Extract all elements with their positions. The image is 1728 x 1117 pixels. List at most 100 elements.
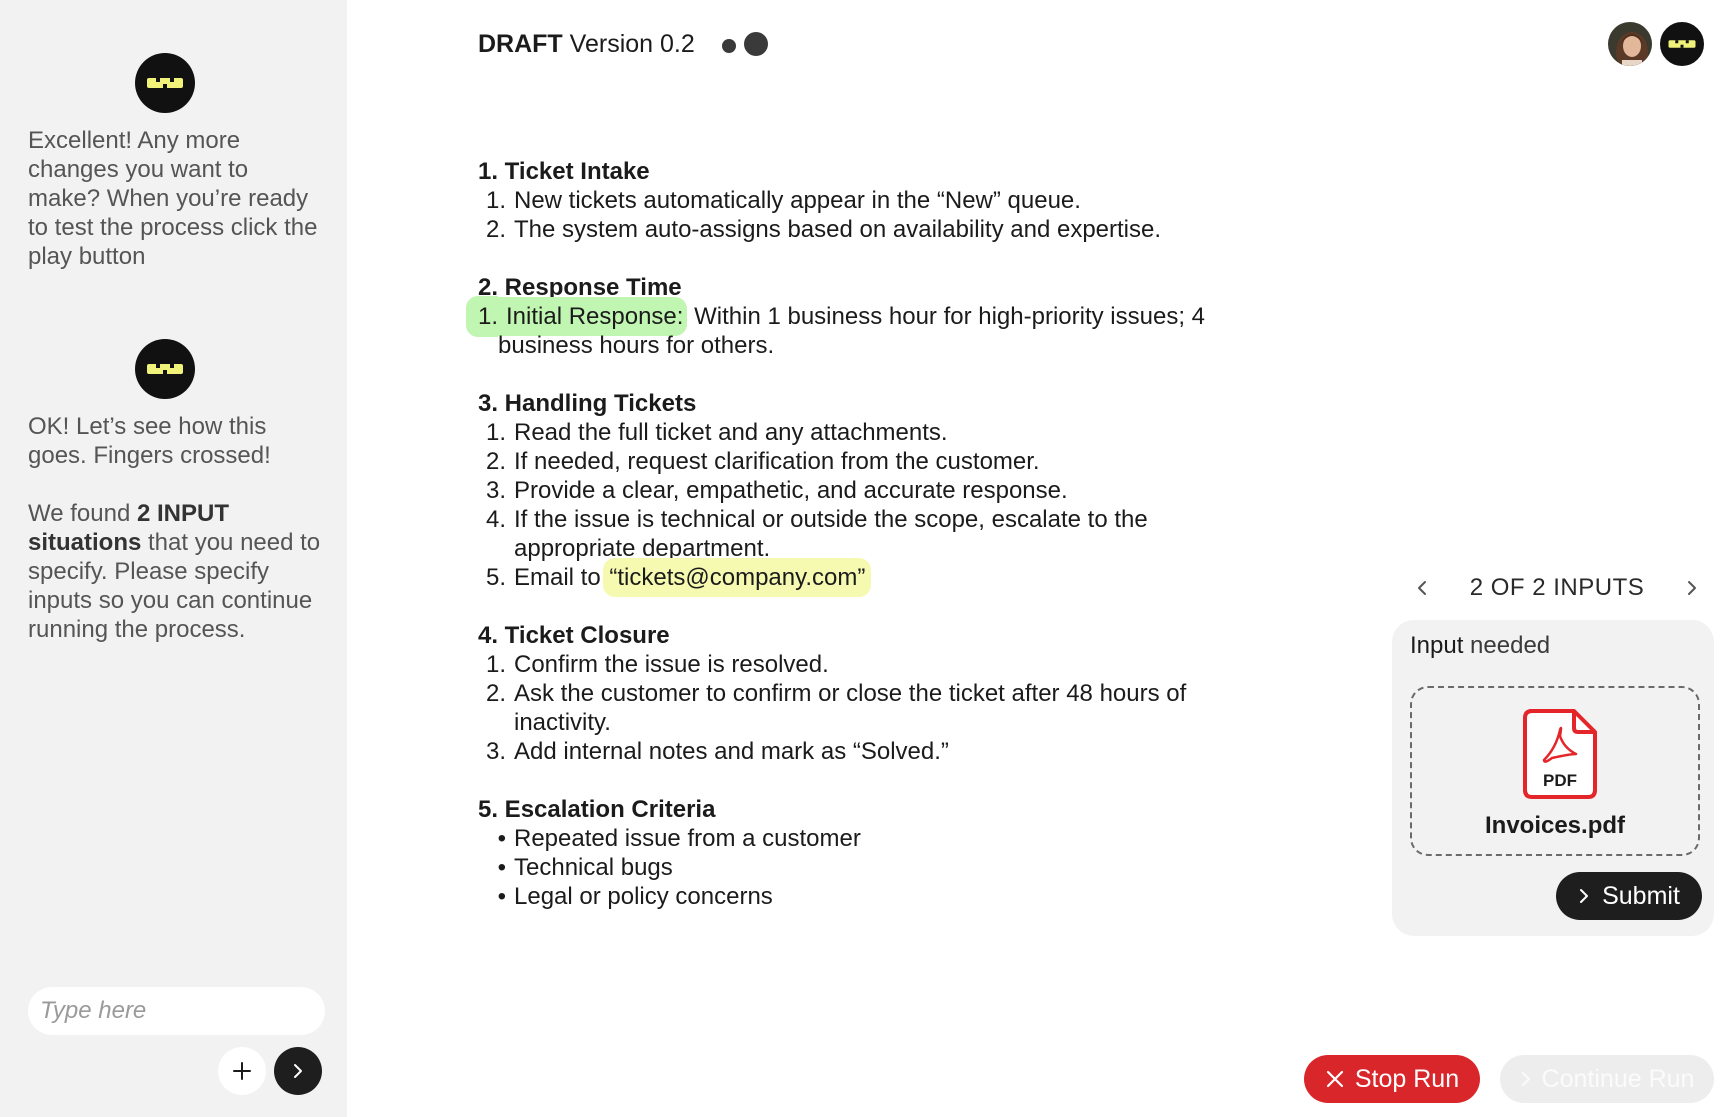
doc-section: 4. Ticket Closure 1. Confirm the issue is…: [478, 621, 1268, 766]
close-icon: [1326, 1070, 1343, 1088]
draft-label: DRAFT: [478, 30, 563, 58]
chevron-right-icon: [1521, 1072, 1530, 1086]
chevron-left-icon[interactable]: [1412, 578, 1432, 598]
assistant-avatar-small[interactable]: [1658, 20, 1706, 68]
item-text: If the issue is technical or outside the…: [514, 506, 1148, 562]
found-prefix: We found: [28, 500, 137, 527]
bullet-item: • Repeated issue from a customer: [478, 824, 1268, 853]
input-label-word: Input: [1410, 632, 1464, 659]
stop-run-button[interactable]: Stop Run: [1304, 1055, 1480, 1103]
input-pager: 2 OF 2 INPUTS: [1412, 570, 1702, 606]
item-number: 4.: [485, 506, 506, 533]
pdf-label: PDF: [1543, 771, 1577, 790]
item-number: 1.: [485, 187, 506, 214]
submit-button[interactable]: Submit: [1556, 872, 1702, 920]
item-number: 3.: [485, 477, 506, 504]
chat-sidebar: Excellent! Any more changes you want to …: [0, 0, 347, 1117]
item-text: The system auto-assigns based on availab…: [514, 216, 1162, 243]
add-button[interactable]: [218, 1047, 266, 1095]
bullet: •: [497, 854, 506, 881]
item-text: Read the full ticket and any attachments…: [514, 419, 948, 446]
assistant-avatar: [135, 339, 195, 399]
list-item: 2. If needed, request clarification from …: [478, 447, 1268, 476]
section-title: 4. Ticket Closure: [478, 622, 670, 649]
assistant-avatar: [135, 53, 195, 113]
assistant-message-text: OK! Let’s see how this goes. Fingers cro…: [28, 413, 271, 469]
bullet: •: [497, 883, 506, 910]
doc-section: 1. Ticket Intake 1. New tickets automatic…: [478, 157, 1268, 244]
assistant-message-text: Excellent! Any more changes you want to …: [28, 127, 318, 270]
list-item: 1. Read the full ticket and any attachmen…: [478, 418, 1268, 447]
section-title: 1. Ticket Intake: [478, 158, 650, 185]
plus-icon: [233, 1062, 251, 1080]
chevron-right-icon: [1580, 889, 1589, 903]
list-item: 1. New tickets automatically appear in th…: [478, 186, 1268, 215]
assistant-message: OK! Let’s see how this goes. Fingers cro…: [28, 412, 323, 644]
list-item: 4. If the issue is technical or outside t…: [478, 505, 1268, 563]
list-item: 2. The system auto-assigns based on avail…: [478, 215, 1268, 244]
item-text: Ask the customer to confirm or close the…: [514, 680, 1187, 736]
bullet-item: • Legal or policy concerns: [478, 882, 1268, 911]
assistant-message: Excellent! Any more changes you want to …: [28, 126, 323, 271]
input-highlight-initial-response[interactable]: Initial Response:: [498, 297, 688, 336]
user-photo-icon: [1608, 22, 1652, 66]
item-text: Technical bugs: [514, 854, 673, 881]
list-item: 2. Ask the customer to confirm or close t…: [478, 679, 1268, 737]
doc-section: 5. Escalation Criteria • Repeated issue f…: [478, 795, 1268, 911]
doc-section: 2. Response Time 1. Initial Response: Wi…: [466, 273, 1268, 360]
section-title: 5. Escalation Criteria: [478, 796, 716, 823]
assistant-message-text: We found 2 INPUT situations that you nee…: [28, 499, 323, 644]
status-dot-large: [744, 32, 768, 56]
submit-label: Submit: [1602, 881, 1680, 910]
item-text-prefix: Email to: [514, 564, 608, 591]
item-text: If needed, request clarification from th…: [514, 448, 1040, 475]
bullet: •: [497, 825, 506, 852]
status-dot-small: [722, 39, 736, 53]
input-highlight-email[interactable]: “tickets@company.com”: [603, 558, 872, 597]
list-item: 3. Provide a clear, empathetic, and accur…: [478, 476, 1268, 505]
item-number: 1.: [485, 419, 506, 446]
item-number: 1.: [466, 296, 499, 337]
file-dropzone[interactable]: PDF Invoices.pdf: [1410, 686, 1700, 856]
item-text: Initial Response: Within 1 business hour…: [498, 297, 1268, 360]
version-label: Version 0.2: [562, 30, 695, 58]
item-number: 2.: [485, 216, 506, 243]
doc-section: 3. Handling Tickets 1. Read the full tick…: [478, 389, 1268, 597]
list-item: 1. Initial Response: Within 1 business h…: [466, 296, 1268, 360]
item-number: 1.: [485, 651, 506, 678]
item-number: 2.: [485, 680, 506, 707]
item-text: Add internal notes and mark as “Solved.”: [514, 738, 949, 765]
list-item: 3. Add internal notes and mark as “Solved…: [478, 737, 1268, 766]
item-text: Legal or policy concerns: [514, 883, 773, 910]
send-button[interactable]: [274, 1047, 322, 1095]
section-title: 3. Handling Tickets: [478, 390, 697, 417]
item-number: 5.: [485, 564, 506, 591]
file-name: Invoices.pdf: [1484, 812, 1626, 839]
input-needed-label: Input needed: [1410, 632, 1550, 660]
stop-run-label: Stop Run: [1354, 1064, 1460, 1093]
assistant-logo-icon: [1668, 40, 1696, 48]
list-item: 5. Email to “tickets@company.com”: [478, 558, 1268, 597]
process-document: 1. Ticket Intake 1. New tickets automatic…: [466, 157, 1268, 911]
item-number: 3.: [485, 738, 506, 765]
item-number: 2.: [485, 448, 506, 475]
item-text: New tickets automatically appear in the …: [514, 187, 1081, 214]
chevron-right-icon[interactable]: [1682, 578, 1702, 598]
continue-run-label: Continue Run: [1541, 1064, 1695, 1093]
pdf-file-icon: PDF: [1523, 709, 1597, 799]
item-text: Email to “tickets@company.com”: [514, 558, 1268, 597]
user-avatar[interactable]: [1606, 20, 1654, 68]
continue-run-button[interactable]: Continue Run: [1500, 1055, 1714, 1103]
assistant-logo-icon: [147, 78, 183, 88]
item-text: Repeated issue from a customer: [514, 825, 861, 852]
input-label-rest: needed: [1463, 632, 1551, 659]
item-text: Provide a clear, empathetic, and accurat…: [514, 477, 1068, 504]
input-card: Input needed PDF Invoices.pdf Submit: [1392, 620, 1714, 936]
bullet-item: • Technical bugs: [478, 853, 1268, 882]
document-title: DRAFT Version 0.2: [478, 30, 695, 59]
chevron-right-icon: [294, 1064, 302, 1078]
item-text: Confirm the issue is resolved.: [514, 651, 829, 678]
chat-input[interactable]: [28, 987, 325, 1035]
list-item: 1. Confirm the issue is resolved.: [478, 650, 1268, 679]
assistant-logo-icon: [147, 364, 183, 374]
